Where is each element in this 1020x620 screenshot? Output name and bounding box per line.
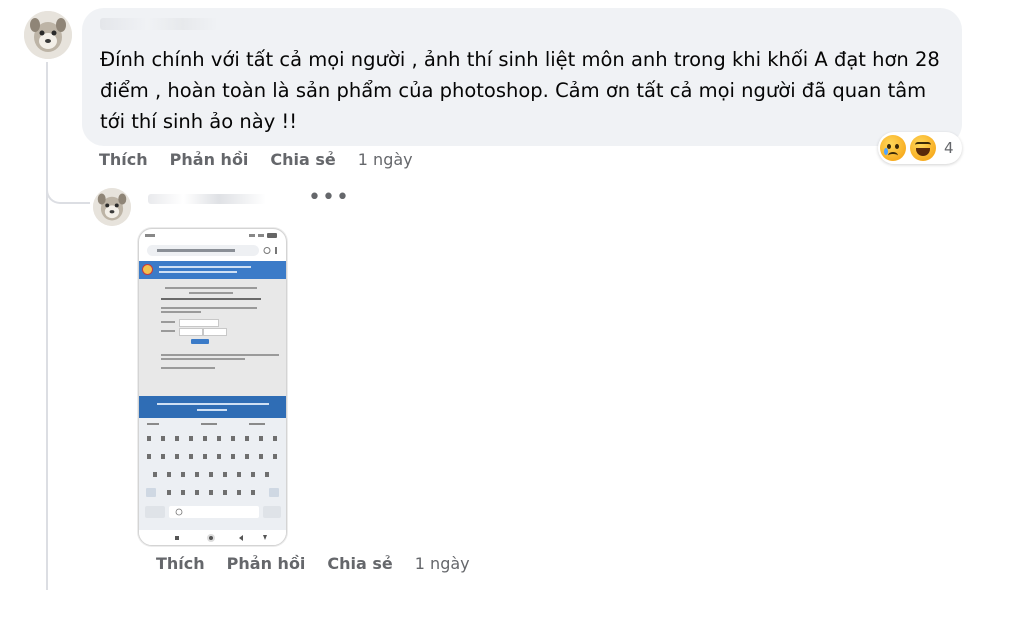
phone-keyboard <box>139 418 286 530</box>
reply-button[interactable]: Phản hồi <box>170 150 249 169</box>
avatar[interactable] <box>93 188 131 226</box>
reaction-count: 4 <box>944 139 954 157</box>
sad-emoji-icon <box>880 135 906 161</box>
comment-actions: Thích Phản hồi Chia sẻ 1 ngày <box>156 554 470 573</box>
reply-connector <box>46 168 90 204</box>
author-name-redacted[interactable] <box>100 18 218 30</box>
site-header <box>139 261 286 279</box>
author-name-redacted[interactable] <box>148 194 266 204</box>
phone-browser-icons <box>263 246 281 257</box>
reactions-summary[interactable]: 4 <box>878 132 962 164</box>
timestamp[interactable]: 1 ngày <box>358 150 413 169</box>
avatar[interactable] <box>24 11 72 59</box>
comment-text: Đính chính với tất cả mọi người , ảnh th… <box>100 48 940 133</box>
thread-line <box>46 62 48 590</box>
comment-thread: Đính chính với tất cả mọi người , ảnh th… <box>0 0 1020 620</box>
share-button[interactable]: Chia sẻ <box>327 554 392 573</box>
reply-button[interactable]: Phản hồi <box>227 554 306 573</box>
more-options-icon[interactable]: ••• <box>308 187 350 209</box>
timestamp[interactable]: 1 ngày <box>415 554 470 573</box>
like-button[interactable]: Thích <box>156 554 205 573</box>
phone-nav-bar <box>139 531 286 545</box>
phone-status-bar <box>139 229 286 243</box>
avatar-image <box>24 11 72 59</box>
haha-emoji-icon <box>910 135 936 161</box>
phone-url-bar <box>147 245 259 256</box>
exam-title-band <box>139 396 286 418</box>
avatar-image <box>93 188 131 226</box>
comment-actions: Thích Phản hồi Chia sẻ 1 ngày <box>99 150 413 169</box>
site-form <box>139 279 286 396</box>
like-button[interactable]: Thích <box>99 150 148 169</box>
attached-screenshot-image[interactable] <box>138 228 287 546</box>
share-button[interactable]: Chia sẻ <box>270 150 335 169</box>
